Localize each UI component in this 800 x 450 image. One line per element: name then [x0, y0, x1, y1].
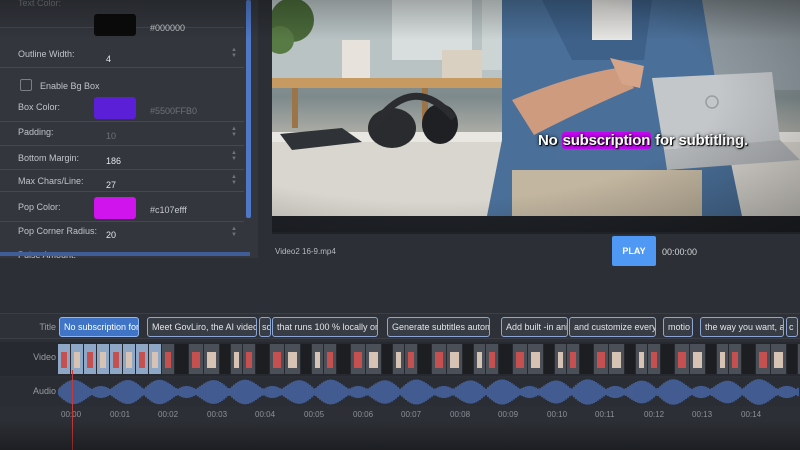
padding-row: Padding: 10 ▲ ▼: [0, 122, 244, 146]
bottom-margin-label: Bottom Margin:: [18, 153, 80, 163]
ruler-tick: 00:02: [158, 410, 179, 419]
bottom-margin-spinner-icon[interactable]: ▲ ▼: [231, 150, 237, 162]
pop-corner-radius-spinner-icon[interactable]: ▲ ▼: [231, 226, 237, 238]
video-frame-image: [272, 0, 800, 216]
max-chars-row: Max Chars/Line: 27 ▲ ▼: [0, 170, 244, 192]
pop-color-label: Pop Color:: [18, 202, 61, 212]
bottom-margin-row: Bottom Margin: 186 ▲ ▼: [0, 146, 244, 170]
subtitle-highlight-word: subscription: [561, 132, 652, 149]
title-clip[interactable]: Meet GovLiro, the AI video: [147, 317, 257, 337]
ruler-tick: 00:08: [450, 410, 471, 419]
title-clip[interactable]: and customize every: [569, 317, 656, 337]
ruler-tick: 00:03: [207, 410, 228, 419]
padding-spinner-icon[interactable]: ▲ ▼: [231, 126, 237, 138]
video-thumbnail-strip[interactable]: [58, 344, 800, 374]
title-clip[interactable]: the way you want, al: [700, 317, 784, 337]
pop-corner-radius-row: Pop Corner Radius: 20 ▲ ▼: [0, 222, 244, 248]
video-track: Video: [0, 342, 800, 376]
settings-horizontal-scrollbar[interactable]: [0, 252, 250, 256]
play-button[interactable]: PLAY: [612, 236, 656, 266]
timecode-display: 00:00:00: [662, 247, 698, 257]
padding-label: Padding:: [18, 127, 54, 137]
title-clip[interactable]: so: [259, 317, 271, 337]
video-preview[interactable]: No subscription for subtitling.: [272, 0, 800, 216]
text-color-row: Text Color: #000000: [0, 0, 244, 36]
box-color-label: Box Color:: [18, 102, 61, 112]
audio-track-label: Audio: [32, 386, 56, 396]
pop-color-row: Pop Color: #c107efff: [0, 192, 244, 222]
box-color-swatch[interactable]: [94, 97, 136, 119]
subtitle-editor-window: Text Color: #000000 Outline Width: 4 ▲ ▼ …: [0, 0, 800, 450]
subtitle-text-pre: No: [538, 132, 562, 149]
ruler-tick: 00:04: [255, 410, 276, 419]
pop-color-hex[interactable]: #c107efff: [150, 205, 187, 215]
outline-width-input[interactable]: 4: [106, 54, 111, 64]
audio-waveform[interactable]: [58, 378, 800, 406]
ruler-tick: 00:10: [547, 410, 568, 419]
ruler-tick: 00:05: [304, 410, 325, 419]
video-track-label: Video: [33, 352, 56, 362]
text-color-swatch[interactable]: [94, 14, 136, 36]
playhead[interactable]: [72, 370, 73, 450]
pop-color-swatch[interactable]: [94, 197, 136, 219]
max-chars-spinner-icon[interactable]: ▲ ▼: [231, 174, 237, 186]
title-clip[interactable]: c: [786, 317, 798, 337]
outline-width-row: Outline Width: 4 ▲ ▼: [0, 40, 244, 68]
video-filename: Video2 16-9.mp4: [275, 247, 336, 256]
enable-bg-box-checkbox[interactable]: [20, 79, 32, 91]
subtitle-settings-panel: Text Color: #000000 Outline Width: 4 ▲ ▼ …: [0, 0, 258, 258]
title-clip[interactable]: that runs 100 % locally on: [272, 317, 378, 337]
title-track-label: Title: [39, 322, 56, 332]
ruler-tick: 00:07: [401, 410, 422, 419]
ruler-tick: 00:13: [692, 410, 713, 419]
ruler-tick: 00:12: [644, 410, 665, 419]
pop-corner-radius-input[interactable]: 20: [106, 230, 116, 240]
enable-bg-box-label: Enable Bg Box: [40, 81, 100, 91]
title-clip[interactable]: Generate subtitles autom: [387, 317, 490, 337]
preview-bottom-bar: [272, 216, 800, 234]
title-clip[interactable]: No subscription for: [59, 317, 139, 337]
ruler-tick: 00:01: [110, 410, 131, 419]
audio-track: Audio: [0, 378, 800, 406]
ruler-tick: 00:06: [353, 410, 374, 419]
enable-bg-box-row: Enable Bg Box: [0, 70, 244, 96]
bottom-margin-input[interactable]: 186: [106, 156, 121, 166]
title-clip[interactable]: motio: [663, 317, 693, 337]
ruler-tick: 00:11: [595, 410, 615, 419]
box-color-hex[interactable]: #5500FFB0: [150, 106, 197, 116]
time-ruler[interactable]: 00:00 00:01 00:02 00:03 00:04 00:05 00:0…: [0, 406, 800, 430]
subtitle-text-post: for subtitling.: [651, 132, 748, 149]
text-color-hex[interactable]: #000000: [150, 23, 185, 33]
title-track: Title No subscription for Meet GovLiro, …: [0, 313, 800, 339]
pop-corner-radius-label: Pop Corner Radius:: [18, 226, 98, 236]
title-clip[interactable]: Add built -in ani: [501, 317, 568, 337]
outline-width-label: Outline Width:: [18, 49, 75, 59]
subtitle-overlay: No subscription for subtitling.: [538, 132, 748, 149]
ruler-tick: 00:09: [498, 410, 519, 419]
ruler-tick: 00:14: [741, 410, 762, 419]
settings-scrollbar[interactable]: [246, 0, 251, 218]
padding-input[interactable]: 10: [106, 131, 116, 141]
timeline[interactable]: Title No subscription for Meet GovLiro, …: [0, 312, 800, 450]
outline-width-spinner-icon[interactable]: ▲ ▼: [231, 47, 237, 59]
text-color-label: Text Color:: [18, 0, 62, 8]
box-color-row: Box Color: #5500FFB0: [0, 96, 244, 122]
max-chars-label: Max Chars/Line:: [18, 176, 84, 186]
max-chars-input[interactable]: 27: [106, 180, 116, 190]
